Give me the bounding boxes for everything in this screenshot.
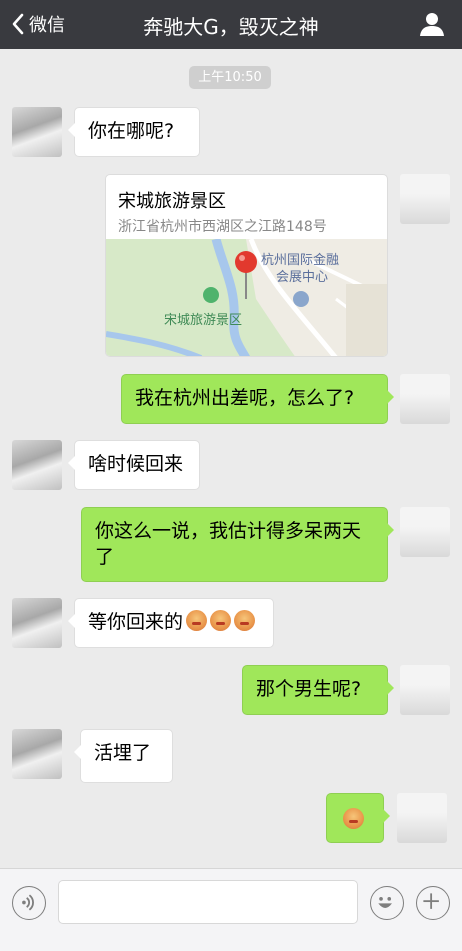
my-avatar[interactable] [397,793,447,843]
message-bubble-outgoing[interactable] [326,793,390,843]
contact-avatar[interactable] [12,598,62,648]
angry-face-icon [186,610,208,631]
message-bubble-incoming[interactable]: 活埋了 [74,729,173,783]
location-address: 浙江省杭州市西湖区之江路148号 [118,219,327,235]
timestamp: 上午10:50 [189,66,271,89]
contact-avatar[interactable] [12,729,62,779]
more-button[interactable] [416,886,450,920]
map-preview: 杭州国际金融 会展中心 宋城旅游景区 [106,239,387,356]
plus-icon [423,893,439,909]
message-bubble-incoming[interactable]: 啥时候回来 [68,440,200,490]
location-name: 宋城旅游景区 [118,191,226,212]
my-avatar[interactable] [400,665,450,715]
voice-icon [22,894,34,911]
message-input[interactable] [58,880,358,924]
map-label-2: 会展中心 [276,270,328,285]
chat-title: 奔驰大G，毁灭之神 [143,15,319,39]
navigation-bar: 微信 奔驰大G，毁灭之神 [0,0,462,49]
location-card[interactable]: 宋城旅游景区 浙江省杭州市西湖区之江路148号 杭州国际金融 会展中心 宋城旅游… [105,174,388,357]
message-bubble-outgoing[interactable]: 那个男生呢? [242,665,394,715]
message-bubble-incoming[interactable]: 你在哪呢? [68,107,200,157]
contact-avatar[interactable] [12,107,62,157]
message-bubble-outgoing[interactable]: 你这么一说，我估计得多呆两天了 [81,507,394,582]
message-text: 等你回来的 [88,611,184,633]
person-icon[interactable] [419,11,445,37]
contact-avatar[interactable] [12,440,62,490]
map-label-3: 宋城旅游景区 [164,313,242,328]
emoji-button[interactable] [370,886,404,920]
my-avatar[interactable] [400,507,450,557]
angry-face-icon [343,808,364,829]
message-bubble-incoming[interactable]: 等你回来的 [68,598,274,648]
my-avatar[interactable] [400,374,450,424]
message-bubble-outgoing[interactable]: 我在杭州出差呢，怎么了? [121,374,394,424]
smiley-icon [378,897,392,908]
my-avatar[interactable] [400,174,450,224]
input-bar [0,868,462,951]
angry-face-icon [234,610,256,631]
map-label-1: 杭州国际金融 [261,252,339,268]
angry-face-icon [210,610,232,631]
voice-button[interactable] [12,886,46,920]
